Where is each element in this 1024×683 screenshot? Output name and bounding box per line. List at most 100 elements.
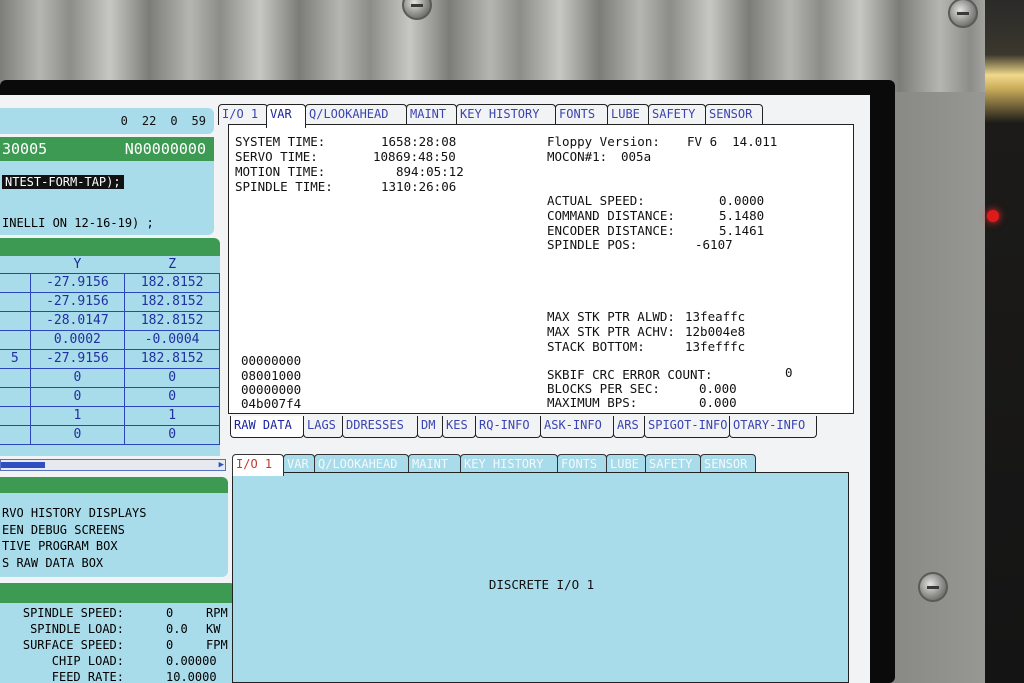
tab-maint[interactable]: MAINT [408, 454, 461, 474]
column-header-y: Y [73, 256, 82, 272]
menu-item-servo-history[interactable]: RVO HISTORY DISPLAYS [2, 505, 228, 522]
crc-error-count-value: 0 [785, 365, 793, 380]
command-distance-value: 5.1480 [719, 208, 765, 223]
table-row: -28.0147 182.8152 [0, 310, 220, 331]
tab-lookahead[interactable]: Q/LOOKAHEAD [305, 104, 407, 125]
tab-io-1[interactable]: I/O 1 [232, 454, 284, 476]
floppy-version-value: FV 6 14.011 [687, 134, 778, 149]
status-value: 0 [120, 114, 128, 128]
machine-bezel [0, 0, 1024, 92]
floppy-version-label: Floppy Version: [547, 134, 660, 149]
z-value: 0 [124, 367, 220, 388]
discrete-io-label: DISCRETE I/O 1 [488, 577, 595, 592]
menu-item-active-program-box[interactable]: TIVE PROGRAM BOX [2, 538, 228, 555]
spindle-row-label: SURFACE SPEED: [22, 638, 124, 652]
raw-hex-value: 00000000 [241, 353, 302, 368]
spindle-time-label: SPINDLE TIME: [235, 179, 333, 194]
horizontal-scrollbar[interactable]: ▶ [0, 459, 226, 471]
tab-var[interactable]: VAR [283, 454, 315, 474]
crc-error-count-label: SKBIF CRC ERROR COUNT: [547, 367, 713, 382]
z-value: 0 [124, 424, 220, 445]
tab-var[interactable]: VAR [266, 104, 306, 128]
spindle-time-value: 1310:26:06 [381, 179, 457, 194]
background-edge [985, 0, 1024, 683]
z-value: 182.8152 [124, 348, 220, 369]
spindle-row-value: 0 [166, 606, 174, 620]
tab-kes[interactable]: KES [442, 416, 476, 438]
max-stk-ptr-achv-label: MAX STK PTR ACHV: [547, 324, 675, 339]
y-value: -27.9156 [29, 291, 126, 312]
axis-marker [0, 386, 31, 407]
table-row: 00 [0, 386, 220, 407]
axis-marker [0, 310, 31, 331]
tab-lube[interactable]: LUBE [606, 454, 646, 474]
y-value: 0 [29, 367, 126, 388]
tab-safety[interactable]: SAFETY [645, 454, 701, 474]
coordinates-header [0, 238, 220, 256]
spindle-row-value: 0.0 [166, 622, 188, 636]
actual-speed-label: ACTUAL SPEED: [547, 193, 645, 208]
debug-menu: RVO HISTORY DISPLAYS EEN DEBUG SCREENS T… [0, 493, 228, 577]
motion-time-value: 894:05:12 [396, 164, 464, 179]
spindle-row: SPINDLE LOAD: 0.0 KW [0, 622, 236, 638]
scrollbar-thumb[interactable] [1, 462, 45, 468]
raw-hex-value: 04b007f4 [241, 396, 302, 411]
tab-dm[interactable]: DM [417, 416, 443, 438]
raw-hex-value: 00000000 [241, 382, 302, 397]
tab-maint[interactable]: MAINT [406, 104, 457, 125]
tab-key-history[interactable]: KEY HISTORY [460, 454, 558, 474]
spindle-row-value: 0.00000 [166, 654, 217, 668]
tab-safety[interactable]: SAFETY [648, 104, 706, 125]
tab-sensor[interactable]: SENSOR [705, 104, 763, 125]
spindle-header [0, 583, 236, 603]
maximum-bps-label: MAXIMUM BPS: [547, 395, 638, 410]
spindle-row: FEED RATE: 10.0000 [0, 670, 236, 683]
motion-time-label: MOTION TIME: [235, 164, 326, 179]
servo-time-label: SERVO TIME: [235, 149, 318, 164]
tab-flags[interactable]: LAGS [303, 416, 343, 438]
status-value: 59 [191, 114, 206, 128]
axis-marker [0, 272, 31, 293]
command-distance-label: COMMAND DISTANCE: [547, 208, 675, 223]
program-header: 30005 N00000000 [0, 137, 214, 161]
menu-item-raw-data-box[interactable]: S RAW DATA BOX [2, 555, 228, 572]
tab-rotary-info[interactable]: OTARY-INFO [729, 416, 817, 438]
program-current-line: NTEST-FORM-TAP); [2, 175, 124, 189]
program-box[interactable]: NTEST-FORM-TAP); INELLI ON 12-16-19) ; [0, 161, 214, 235]
scroll-right-icon[interactable]: ▶ [219, 460, 224, 470]
tab-raw-data[interactable]: RAW DATA [230, 416, 304, 438]
tab-fonts[interactable]: FONTS [557, 454, 607, 474]
encoder-distance-label: ENCODER DISTANCE: [547, 223, 675, 238]
coordinates-table: Y Z -27.9156 182.8152 -27.9156 182.8152 -28.… [0, 256, 220, 456]
stack-bottom-label: STACK BOTTOM: [547, 339, 645, 354]
tab-spigot-info[interactable]: SPIGOT-INFO [644, 416, 730, 438]
table-row: 00 [0, 367, 220, 388]
axis-marker [0, 405, 31, 426]
y-value: 0.0002 [29, 329, 126, 350]
y-value: 0 [29, 386, 126, 407]
z-value: 1 [124, 405, 220, 426]
tab-addresses[interactable]: DDRESSES [342, 416, 418, 438]
tab-io-1[interactable]: I/O 1 [218, 104, 268, 125]
tab-task-info[interactable]: ASK-INFO [540, 416, 614, 438]
table-row: 5 -27.9156 182.8152 [0, 348, 220, 369]
table-row: -27.9156 182.8152 [0, 291, 220, 312]
table-row: 00 [0, 424, 220, 445]
spindle-pos-label: SPINDLE POS: [547, 237, 638, 252]
spindle-row-value: 0 [166, 638, 174, 652]
actual-speed-value: 0.0000 [719, 193, 765, 208]
y-value: -27.9156 [29, 272, 126, 293]
tab-key-history[interactable]: KEY HISTORY [456, 104, 556, 125]
menu-item-debug-screens[interactable]: EEN DEBUG SCREENS [2, 522, 228, 539]
tab-sensor[interactable]: SENSOR [700, 454, 756, 474]
tab-irq-info[interactable]: RQ-INFO [475, 416, 541, 438]
spindle-row: SPINDLE SPEED: 0 RPM [0, 606, 236, 622]
tab-vars[interactable]: ARS [613, 416, 645, 438]
spindle-row-unit: RPM [206, 606, 228, 620]
stack-bottom-value: 13fefffc [685, 339, 746, 354]
tab-fonts[interactable]: FONTS [555, 104, 608, 125]
axis-marker [0, 424, 31, 445]
spindle-row-value: 10.0000 [166, 670, 217, 683]
tab-lube[interactable]: LUBE [607, 104, 649, 125]
tab-lookahead[interactable]: Q/LOOKAHEAD [314, 454, 409, 474]
